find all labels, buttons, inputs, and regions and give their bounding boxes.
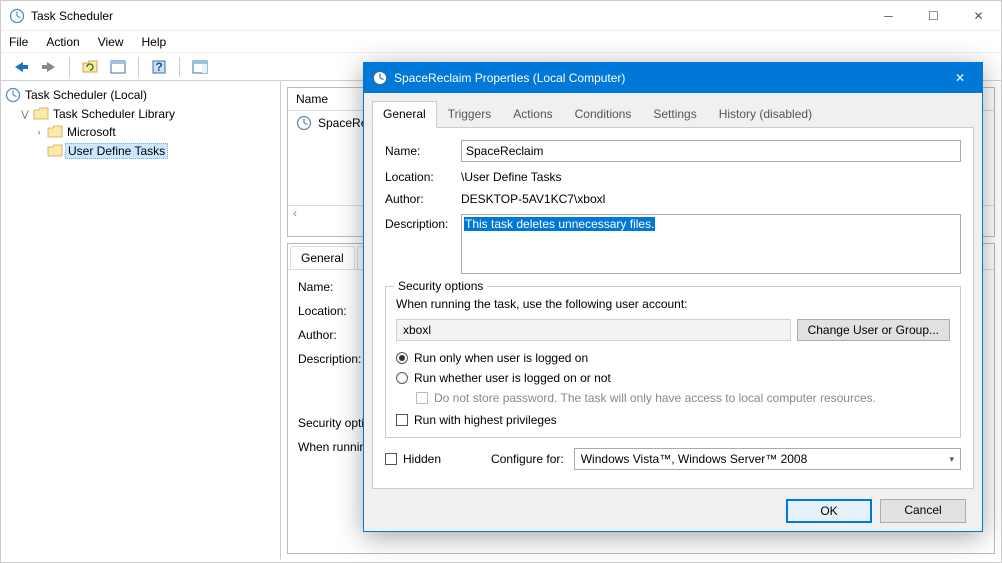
tree-label: Microsoft <box>65 125 118 139</box>
configurefor-value: Windows Vista™, Windows Server™ 2008 <box>581 452 808 466</box>
description-label: Description: <box>385 214 455 274</box>
radio-run-whether[interactable]: Run whether user is logged on or not <box>396 371 950 385</box>
properties-dialog: SpaceReclaim Properties (Local Computer)… <box>363 62 983 532</box>
description-input[interactable]: This task deletes unnecessary files. <box>461 214 961 274</box>
dialog-close-button[interactable]: ✕ <box>938 63 982 93</box>
toolbar-panel-icon[interactable] <box>106 56 130 78</box>
checkbox-hidden[interactable]: Hidden <box>385 452 441 466</box>
tree-root[interactable]: Task Scheduler (Local) <box>5 85 276 105</box>
radio-run-logged-on[interactable]: Run only when user is logged on <box>396 351 950 365</box>
checkbox-label: Do not store password. The task will onl… <box>434 391 876 405</box>
name-label: Name: <box>385 144 455 158</box>
detail-tab-general[interactable]: General <box>290 246 355 269</box>
menu-help[interactable]: Help <box>142 35 167 49</box>
checkbox-highest-privileges[interactable]: Run with highest privileges <box>396 413 950 427</box>
description-text: This task deletes unnecessary files. <box>464 217 655 231</box>
tab-history[interactable]: History (disabled) <box>708 101 823 127</box>
location-label: Location: <box>385 170 455 184</box>
chevron-down-icon: ▾ <box>949 454 954 465</box>
folder-icon <box>47 125 63 139</box>
tree-label: Task Scheduler Library <box>51 107 177 121</box>
folder-icon <box>47 144 63 158</box>
tab-conditions[interactable]: Conditions <box>564 101 643 127</box>
task-icon <box>296 115 312 131</box>
ok-button[interactable]: OK <box>786 499 872 523</box>
cancel-button[interactable]: Cancel <box>880 499 966 523</box>
menu-view[interactable]: View <box>98 35 124 49</box>
security-legend: Security options <box>394 279 487 293</box>
tab-settings[interactable]: Settings <box>642 101 707 127</box>
clock-icon <box>5 87 21 103</box>
dialog-icon <box>372 70 388 86</box>
expander-icon[interactable]: ⋁ <box>19 109 31 120</box>
maximize-button[interactable]: ☐ <box>911 1 956 31</box>
close-button[interactable]: ✕ <box>956 1 1001 31</box>
back-button[interactable] <box>9 56 33 78</box>
checkbox-label: Run with highest privileges <box>414 413 557 427</box>
tab-general[interactable]: General <box>372 101 437 128</box>
radio-label: Run whether user is logged on or not <box>414 371 611 385</box>
author-value: DESKTOP-5AV1KC7\xboxl <box>461 192 961 206</box>
toolbar-panel2-icon[interactable] <box>188 56 212 78</box>
svg-text:?: ? <box>155 60 162 74</box>
app-icon <box>9 8 25 24</box>
checkbox-donotstore: Do not store password. The task will onl… <box>416 391 950 405</box>
menu-file[interactable]: File <box>9 35 28 49</box>
radio-label: Run only when user is logged on <box>414 351 588 365</box>
configurefor-label: Configure for: <box>491 452 564 466</box>
tab-triggers[interactable]: Triggers <box>437 101 503 127</box>
tree-library[interactable]: ⋁ Task Scheduler Library <box>5 105 276 123</box>
checkbox-label: Hidden <box>403 452 441 466</box>
detail-whenrunning-label: When runnin <box>298 440 366 454</box>
author-label: Author: <box>385 192 455 206</box>
location-value: \User Define Tasks <box>461 170 961 184</box>
dialog-title: SpaceReclaim Properties (Local Computer) <box>394 71 938 85</box>
tree-user-define[interactable]: User Define Tasks <box>5 141 276 161</box>
tree-microsoft[interactable]: › Microsoft <box>5 123 276 141</box>
when-running-label: When running the task, use the following… <box>396 297 950 311</box>
tree-label: Task Scheduler (Local) <box>23 88 149 102</box>
minimize-button[interactable]: ─ <box>866 1 911 31</box>
tree-label: User Define Tasks <box>65 143 168 159</box>
forward-button[interactable] <box>37 56 61 78</box>
expander-icon[interactable]: › <box>33 127 45 137</box>
folder-icon <box>33 107 49 121</box>
window-title: Task Scheduler <box>31 9 866 23</box>
user-account-value: xboxl <box>396 319 791 341</box>
change-user-button[interactable]: Change User or Group... <box>797 319 950 341</box>
detail-security-label: Security optic <box>298 416 370 430</box>
menu-action[interactable]: Action <box>46 35 79 49</box>
tree-pane[interactable]: Task Scheduler (Local) ⋁ Task Scheduler … <box>1 81 281 560</box>
configurefor-select[interactable]: Windows Vista™, Windows Server™ 2008 ▾ <box>574 448 961 470</box>
tab-actions[interactable]: Actions <box>502 101 563 127</box>
name-input[interactable] <box>461 140 961 162</box>
toolbar-help-icon[interactable]: ? <box>147 56 171 78</box>
toolbar-refresh-icon[interactable] <box>78 56 102 78</box>
security-options-group: Security options When running the task, … <box>385 286 961 438</box>
